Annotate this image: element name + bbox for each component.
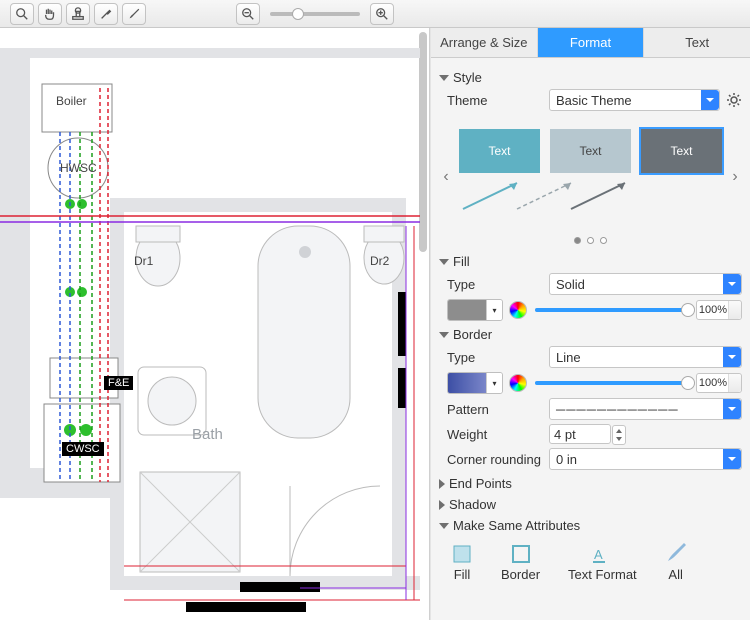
bath-label: Bath — [192, 426, 223, 443]
section-endpoints[interactable]: End Points — [439, 476, 742, 491]
border-opacity-value[interactable]: 100% — [696, 373, 742, 393]
msa-fill[interactable]: Fill — [451, 543, 473, 582]
zoom-slider[interactable] — [270, 12, 360, 16]
fill-opacity-slider[interactable] — [535, 308, 688, 312]
zoom-out-button[interactable] — [236, 3, 260, 25]
format-panel-body: Style Theme Basic Theme ‹ Text Text Text — [431, 58, 750, 620]
top-toolbar — [0, 0, 750, 28]
fill-opacity-value[interactable]: 100% — [696, 300, 742, 320]
theme-label: Theme — [439, 93, 543, 108]
tab-text[interactable]: Text — [644, 28, 750, 57]
msa-textformat[interactable]: AText Format — [568, 543, 637, 582]
pan-button[interactable] — [38, 3, 62, 25]
weight-steppers[interactable] — [612, 425, 626, 445]
fill-type-select[interactable]: Solid — [549, 273, 742, 295]
msa-all[interactable]: All — [665, 543, 687, 582]
zoom-thumb[interactable] — [292, 8, 304, 20]
theme-value: Basic Theme — [556, 93, 632, 108]
style-prev[interactable]: ‹ — [439, 167, 453, 187]
weight-field[interactable]: 4 pt — [549, 424, 611, 444]
cwsc-tag: CWSC — [62, 442, 104, 456]
boiler-label: Boiler — [56, 94, 87, 108]
brush-button[interactable] — [122, 3, 146, 25]
weight-label: Weight — [439, 427, 543, 442]
radius-label: Corner rounding — [439, 452, 543, 467]
inspector-tabs: Arrange & Size Format Text — [431, 28, 750, 58]
dr1-label: Dr1 — [134, 254, 153, 268]
svg-text:A: A — [594, 547, 603, 562]
pattern-label: Pattern — [439, 402, 543, 417]
section-endpoints-label: End Points — [449, 476, 512, 491]
section-style[interactable]: Style — [439, 70, 742, 85]
tab-format[interactable]: Format — [538, 28, 645, 57]
fill-type-label: Type — [439, 277, 543, 292]
style-pager[interactable] — [439, 237, 742, 244]
weight-value: 4 pt — [554, 427, 576, 442]
section-msa[interactable]: Make Same Attributes — [439, 518, 742, 533]
style-swatch-3[interactable]: Text — [641, 129, 722, 173]
border-opacity-slider[interactable] — [535, 381, 688, 385]
section-msa-label: Make Same Attributes — [453, 518, 580, 533]
inspector-panel: Arrange & Size Format Text Style Theme B… — [430, 28, 750, 620]
section-shadow[interactable]: Shadow — [439, 497, 742, 512]
arrow-style-2[interactable] — [513, 179, 557, 223]
hwsc-label: HWSC — [60, 161, 97, 175]
section-shadow-label: Shadow — [449, 497, 496, 512]
fill-color-chip[interactable]: ▾ — [447, 299, 503, 321]
style-swatch-1[interactable]: Text — [459, 129, 540, 173]
eyedropper-button[interactable] — [94, 3, 118, 25]
arrow-style-3[interactable] — [567, 179, 611, 223]
pattern-select[interactable]: ──────────── — [549, 398, 742, 420]
radius-value: 0 in — [556, 452, 577, 467]
theme-select[interactable]: Basic Theme — [549, 89, 720, 111]
border-type-value: Line — [556, 350, 581, 365]
fe-tag: F&E — [104, 376, 133, 390]
tool-group-left — [10, 3, 146, 25]
section-fill-label: Fill — [453, 254, 470, 269]
msa-border[interactable]: Border — [501, 543, 540, 582]
gear-icon[interactable] — [726, 92, 742, 108]
zoom-group — [236, 3, 394, 25]
pattern-value: ──────────── — [556, 402, 679, 417]
section-fill[interactable]: Fill — [439, 254, 742, 269]
section-style-label: Style — [453, 70, 482, 85]
tab-arrange[interactable]: Arrange & Size — [431, 28, 538, 57]
dr2-label: Dr2 — [370, 254, 389, 268]
stamp-button[interactable] — [66, 3, 90, 25]
zoom-in-button[interactable] — [370, 3, 394, 25]
section-border[interactable]: Border — [439, 327, 742, 342]
border-type-label: Type — [439, 350, 543, 365]
border-color-chip[interactable]: ▾ — [447, 372, 503, 394]
style-swatch-2[interactable]: Text — [550, 129, 631, 173]
section-border-label: Border — [453, 327, 492, 342]
search-button[interactable] — [10, 3, 34, 25]
border-color-picker[interactable] — [509, 374, 527, 392]
floorplan-diagram — [0, 28, 430, 620]
radius-select[interactable]: 0 in — [549, 448, 742, 470]
canvas[interactable]: Boiler HWSC Dr1 Dr2 Bath F&E CWSC — [0, 28, 430, 620]
fill-color-picker[interactable] — [509, 301, 527, 319]
border-type-select[interactable]: Line — [549, 346, 742, 368]
arrow-style-1[interactable] — [459, 179, 503, 223]
style-next[interactable]: › — [728, 167, 742, 187]
fill-type-value: Solid — [556, 277, 585, 292]
